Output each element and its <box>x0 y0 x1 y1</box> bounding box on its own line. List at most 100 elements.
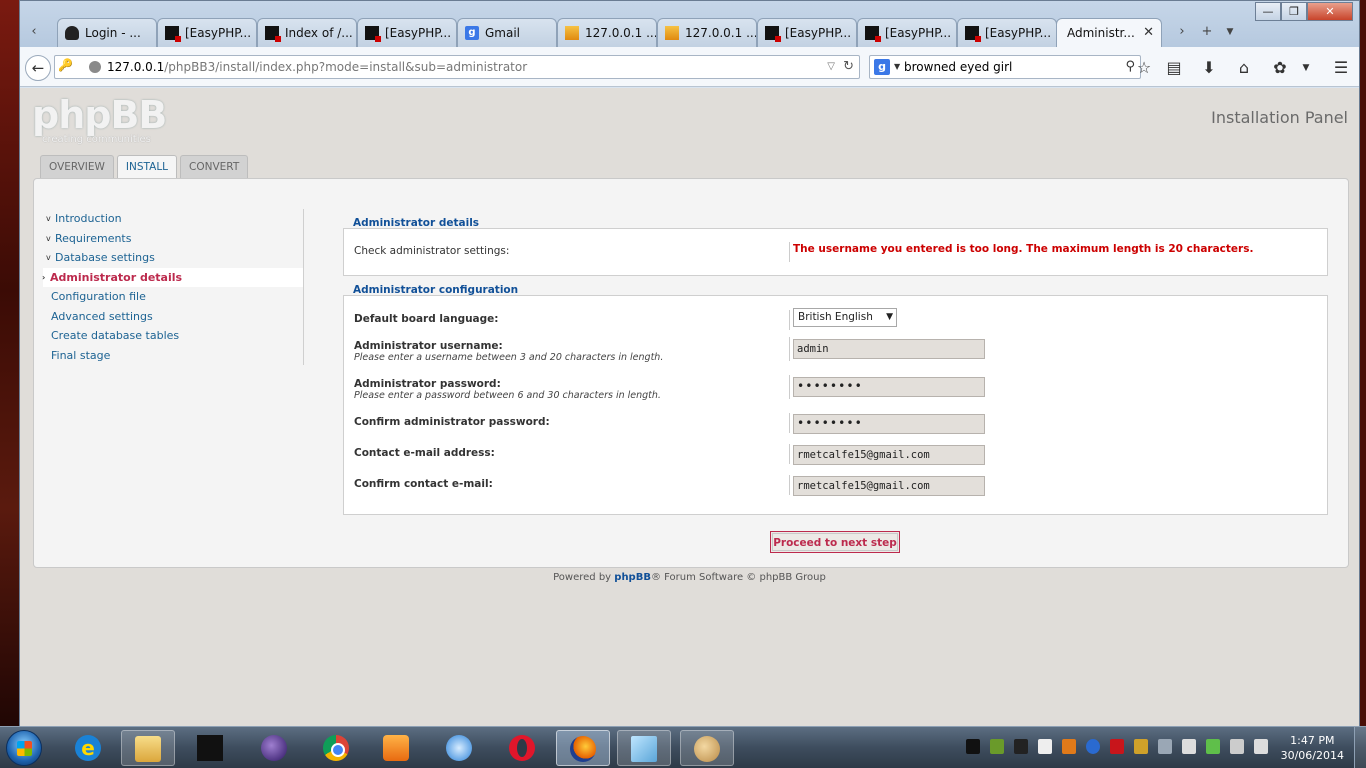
app-tray-icon[interactable] <box>1038 739 1052 754</box>
panel-title: Installation Panel <box>1211 108 1348 127</box>
tab-scroll-right-icon[interactable]: › <box>1170 19 1194 45</box>
chrome-task[interactable] <box>310 730 364 766</box>
browser-tab[interactable]: [EasyPHP... <box>857 18 957 47</box>
url-history-dropdown-icon[interactable]: ▽ <box>827 56 835 78</box>
address-bar[interactable]: 🔑 127.0.0.1/phpBB3/install/index.php?mod… <box>54 55 860 79</box>
phpbb-logo[interactable]: phpBB creating communities <box>32 96 167 145</box>
tab-install[interactable]: INSTALL <box>116 155 178 180</box>
close-window-button[interactable]: ✕ <box>1307 2 1353 21</box>
opera-task[interactable] <box>496 730 550 766</box>
main-content-panel: v Introduction v Requirements v Database sett… <box>33 178 1349 568</box>
sticky-notes-task[interactable] <box>617 730 671 766</box>
confirm-email-input[interactable]: rmetcalfe15@gmail.com <box>793 476 985 496</box>
close-tab-icon[interactable]: ✕ <box>1143 19 1154 47</box>
addon-dropdown-icon[interactable]: ▼ <box>1295 57 1317 79</box>
clock-time: 1:47 PM <box>1290 734 1335 747</box>
check-mark-icon: v <box>46 253 51 262</box>
show-desktop-button[interactable] <box>1354 727 1366 768</box>
java-tray-icon[interactable] <box>1062 739 1076 754</box>
media-player-task[interactable] <box>370 730 424 766</box>
email-label: Contact e-mail address: <box>354 447 495 459</box>
desktop-background-right <box>1360 0 1366 726</box>
easyphp-task[interactable] <box>184 730 238 766</box>
row-divider <box>789 337 790 361</box>
language-select[interactable]: British English ▼ <box>793 308 897 327</box>
search-bar[interactable]: g ▼ browned eyed girl ⚲ <box>869 55 1141 79</box>
proceed-button-label: Proceed to next step <box>772 533 898 551</box>
sidebar-item-final-stage[interactable]: Final stage <box>44 346 303 366</box>
battery-tray-icon[interactable] <box>1230 739 1244 754</box>
file-explorer-task[interactable] <box>121 730 175 766</box>
tab-scroll-left-icon[interactable]: ‹ <box>22 19 46 45</box>
firefox-task[interactable] <box>556 730 610 766</box>
username-input[interactable]: admin <box>793 339 985 359</box>
back-button[interactable]: ← <box>25 55 51 81</box>
site-identity-icon[interactable]: 🔑 <box>58 58 78 76</box>
search-input[interactable]: browned eyed girl <box>904 56 1012 78</box>
browser-tab[interactable]: [EasyPHP... <box>757 18 857 47</box>
paint-task[interactable] <box>680 730 734 766</box>
browser-tab[interactable]: 127.0.0.1 ... <box>657 18 757 47</box>
browser-tab[interactable]: g Gmail <box>457 18 557 47</box>
admin-config-fieldset: Default board language: British English ▼… <box>343 295 1328 515</box>
sidebar-item-introduction[interactable]: v Introduction <box>44 209 303 229</box>
tab-overview[interactable]: OVERVIEW <box>40 155 114 179</box>
easyphp-tray-icon[interactable] <box>966 739 980 754</box>
eclipse-task[interactable] <box>248 730 302 766</box>
internet-explorer-task[interactable]: e <box>62 730 116 766</box>
reload-icon[interactable]: ↻ <box>843 56 854 78</box>
update-tray-icon[interactable] <box>1134 739 1148 754</box>
security-tray-icon[interactable] <box>990 739 1004 754</box>
login-favicon-icon <box>65 26 79 40</box>
taskbar-clock[interactable]: 1:47 PM 30/06/2014 <box>1281 733 1344 763</box>
browser-tab[interactable]: Index of /... <box>257 18 357 47</box>
browser-tab[interactable]: [EasyPHP... <box>357 18 457 47</box>
sidebar-item-configuration-file[interactable]: Configuration file <box>44 287 303 307</box>
browser-tab[interactable]: Administr... ✕ <box>1056 18 1162 47</box>
usb-tray-icon[interactable] <box>1206 739 1220 754</box>
sidebar-item-advanced-settings[interactable]: Advanced settings <box>44 307 303 327</box>
reading-list-icon[interactable]: ▤ <box>1163 57 1185 79</box>
new-tab-icon[interactable]: + <box>1195 19 1219 45</box>
bookmark-star-icon[interactable]: ☆ <box>1133 57 1155 79</box>
browser-tab[interactable]: Login - ... <box>57 18 157 47</box>
browser-tab[interactable]: [EasyPHP... <box>157 18 257 47</box>
safari-task[interactable] <box>433 730 487 766</box>
password-input[interactable]: •••••••• <box>793 377 985 397</box>
footer-phpbb-link[interactable]: phpBB <box>614 572 651 583</box>
sidebar-item-create-database-tables[interactable]: Create database tables <box>44 326 303 346</box>
email-input[interactable]: rmetcalfe15@gmail.com <box>793 445 985 465</box>
url-text[interactable]: 127.0.0.1/phpBB3/install/index.php?mode=… <box>107 56 527 78</box>
paint-icon <box>694 736 720 762</box>
safari-icon <box>446 735 472 761</box>
google-search-engine-icon[interactable]: g <box>874 59 890 75</box>
downloads-icon[interactable]: ⬇ <box>1198 57 1220 79</box>
bluetooth-tray-icon[interactable] <box>1086 739 1100 754</box>
maximize-button[interactable]: ❐ <box>1281 2 1307 21</box>
confirm-password-input[interactable]: •••••••• <box>793 414 985 434</box>
browser-tab-label: [EasyPHP... <box>385 26 452 40</box>
minimize-button[interactable]: — <box>1255 2 1281 21</box>
addon-icon[interactable]: ✿ <box>1269 57 1291 79</box>
action-center-tray-icon[interactable] <box>1158 739 1172 754</box>
sidebar-item-administrator-details[interactable]: › Administrator details <box>42 267 303 287</box>
browser-tab[interactable]: [EasyPHP... <box>957 18 1057 47</box>
browser-tab-label: Gmail <box>485 26 521 40</box>
search-engine-dropdown-icon[interactable]: ▼ <box>894 56 900 78</box>
sidebar-item-database-settings[interactable]: v Database settings <box>44 248 303 268</box>
sidebar-item-requirements[interactable]: v Requirements <box>44 229 303 249</box>
browser-window: ‹ Login - ... [EasyPHP... Index of /... [Ea… <box>19 0 1360 726</box>
volume-tray-icon[interactable] <box>1254 739 1268 754</box>
network-tray-icon[interactable] <box>1182 739 1196 754</box>
audio-tray-icon[interactable] <box>1014 739 1028 754</box>
pdf-tray-icon[interactable] <box>1110 739 1124 754</box>
menu-icon[interactable]: ☰ <box>1330 57 1352 79</box>
sidebar-item-label: Administrator details <box>50 270 183 284</box>
start-button[interactable] <box>6 730 42 766</box>
home-icon[interactable]: ⌂ <box>1233 57 1255 79</box>
tab-convert[interactable]: CONVERT <box>180 155 249 179</box>
browser-tab[interactable]: 127.0.0.1 ... <box>557 18 657 47</box>
proceed-button[interactable]: Proceed to next step <box>770 531 900 553</box>
gmail-favicon-icon: g <box>465 26 479 40</box>
all-tabs-dropdown-icon[interactable]: ▼ <box>1218 19 1242 45</box>
